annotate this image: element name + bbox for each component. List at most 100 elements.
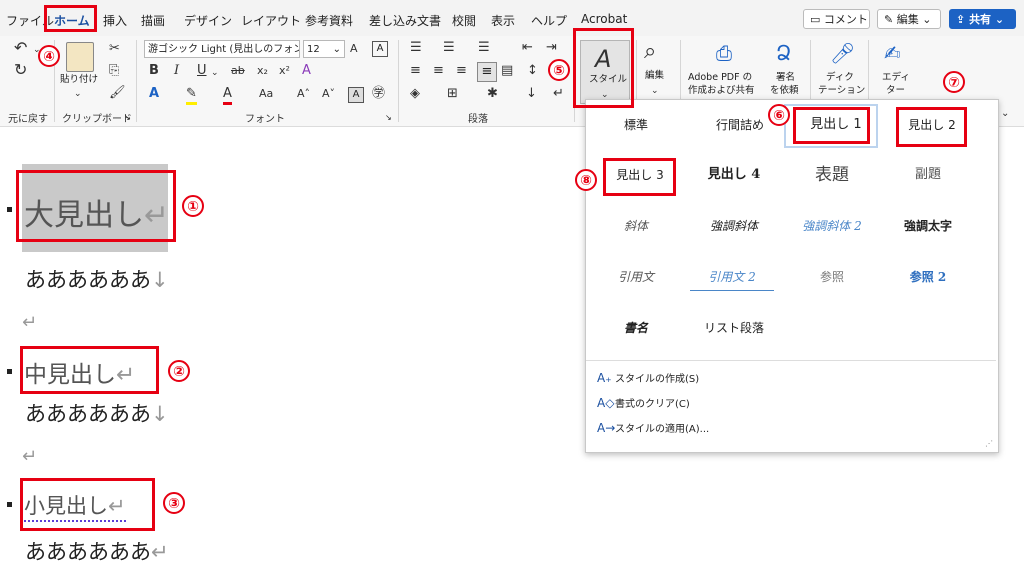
grow-font-icon[interactable]: A [350, 41, 358, 57]
dictate-line2[interactable]: テーション [818, 85, 865, 97]
annotation-number-7: ⑦ [943, 71, 965, 93]
superscript-icon[interactable]: x² [279, 63, 290, 79]
sign-request-line1[interactable]: 署名 [776, 72, 795, 84]
edit-mode-button[interactable]: ✎ 編集 ⌄ [877, 9, 941, 29]
style-subtle-emphasis[interactable]: 斜体 [588, 213, 684, 239]
style-heading-4[interactable]: 見出し 4 [686, 162, 782, 188]
shading-icon[interactable]: ◈ [410, 86, 420, 102]
bullets-icon[interactable]: ☰ [410, 40, 422, 56]
gallery-divider [586, 360, 996, 361]
apply-styles-item[interactable]: A→スタイルの適用(A)... [597, 420, 709, 435]
char-border-icon[interactable]: A [372, 41, 388, 57]
dialog-launcher-icon[interactable]: ↘ [124, 112, 131, 124]
align-right-icon[interactable]: ≡ [456, 63, 467, 79]
undo-icon[interactable]: ↶ [14, 40, 27, 56]
strikethrough-icon[interactable]: ab [231, 63, 245, 79]
style-intense-quote[interactable]: 引用文 2 [690, 264, 774, 291]
ribbon-collapse-icon[interactable]: ⌄ [1001, 106, 1009, 122]
style-normal[interactable]: 標準 [588, 112, 684, 138]
format-painter-icon[interactable]: 🖌 [109, 85, 126, 101]
heading-bullet [7, 502, 12, 507]
tab-design[interactable]: デザイン [184, 12, 232, 29]
adobe-pdf-button-line2[interactable]: 作成および共有 [688, 85, 755, 97]
chevron-down-icon[interactable]: ⌄ [74, 86, 82, 102]
paste-button[interactable]: 貼り付け [60, 74, 98, 86]
align-center-icon[interactable]: ≡ [433, 63, 444, 79]
char-shading-icon[interactable]: A [348, 87, 364, 103]
change-case-icon[interactable]: Aa [259, 86, 273, 102]
chevron-down-icon[interactable]: ⌄ [211, 65, 219, 81]
clear-formatting-item[interactable]: A◇書式のクリア(C) [597, 395, 690, 410]
style-subtle-reference[interactable]: 参照 [784, 264, 880, 290]
enclose-char-icon[interactable]: ㊫ [372, 86, 385, 102]
show-marks-icon[interactable]: ↵ [553, 86, 564, 102]
distributed-icon[interactable]: ▤ [501, 63, 513, 79]
subscript-icon[interactable]: x₂ [257, 63, 268, 79]
sign-request-line2[interactable]: を依頼 [770, 85, 799, 97]
style-emphasis[interactable]: 強調斜体 [686, 213, 782, 239]
line-spacing-icon[interactable]: ↕ [527, 63, 538, 79]
style-intense-reference[interactable]: 参照 2 [880, 264, 976, 290]
tab-references[interactable]: 参考資料 [305, 12, 353, 29]
increase-font-icon[interactable]: A˄ [297, 86, 310, 102]
underline-icon[interactable]: U [197, 63, 207, 79]
share-button[interactable]: ⇪ 共有 ⌄ [949, 9, 1016, 29]
share-icon: ⇪ [956, 13, 966, 26]
sort-icon[interactable]: ↓ [526, 86, 537, 102]
body-line-2[interactable]: ああああああ↓ [25, 398, 169, 428]
search-icon[interactable]: ⌕ [644, 40, 656, 64]
body-line-3[interactable]: ああああああ↵ [25, 536, 169, 566]
editing-button[interactable]: 編集 [645, 70, 664, 82]
redo-icon[interactable]: ↻ [14, 62, 27, 78]
style-quote[interactable]: 引用文 [588, 264, 684, 290]
tab-view[interactable]: 表示 [491, 12, 515, 29]
text-effects-icon[interactable]: A [149, 86, 159, 102]
clear-format-icon[interactable]: A [302, 63, 311, 79]
numbering-icon[interactable]: ☰ [443, 40, 455, 56]
style-title[interactable]: 表題 [784, 162, 880, 188]
editor-line1[interactable]: エディ [882, 72, 910, 84]
highlight-icon[interactable]: ✎ [186, 86, 197, 105]
undo-group-label: 元に戻す [8, 114, 48, 125]
create-style-item[interactable]: A₊ スタイルの作成(S) [597, 370, 699, 385]
font-color-icon[interactable]: A [223, 86, 232, 105]
apply-styles-icon: A→ [597, 421, 616, 435]
bold-icon[interactable]: B [149, 63, 159, 79]
borders-icon[interactable]: ⊞ [447, 86, 458, 102]
dictate-line1[interactable]: ディク [826, 72, 854, 84]
multilevel-list-icon[interactable]: ☰ [478, 40, 490, 56]
resize-grip-icon[interactable]: ⋰ [985, 438, 993, 450]
pencil-icon: ✎ [884, 13, 894, 26]
font-size-combo[interactable]: 12 ⌄ [303, 40, 345, 58]
highlight-box-doc-h1 [16, 170, 176, 242]
divider [398, 40, 399, 122]
style-list-paragraph[interactable]: リスト段落 [686, 315, 782, 341]
asian-layout-icon[interactable]: ✱ [487, 86, 498, 102]
tab-mailings[interactable]: 差し込み文書 [369, 12, 441, 29]
increase-indent-icon[interactable]: ⇥ [546, 40, 557, 56]
style-book-title[interactable]: 書名 [588, 315, 684, 341]
comment-button[interactable]: ▭ コメント [803, 9, 870, 29]
dialog-launcher-icon[interactable]: ↘ [385, 112, 392, 124]
font-name-combo[interactable]: 游ゴシック Light (見出しのフォン [144, 40, 300, 58]
decrease-font-icon[interactable]: A˅ [322, 86, 335, 102]
body-line-1[interactable]: ああああああ↓ [25, 264, 169, 294]
cut-icon[interactable]: ✂ [109, 41, 120, 57]
decrease-indent-icon[interactable]: ⇤ [522, 40, 533, 56]
chevron-down-icon[interactable]: ⌄ [651, 83, 659, 99]
copy-icon[interactable]: ⎘ [109, 63, 119, 79]
style-intense-emphasis[interactable]: 強調斜体 2 [784, 213, 880, 239]
tab-layout[interactable]: レイアウト [241, 12, 301, 29]
tab-draw[interactable]: 描画 [141, 12, 165, 29]
editor-line2[interactable]: ター [886, 85, 905, 97]
style-subtitle[interactable]: 副題 [880, 162, 976, 188]
tab-review[interactable]: 校閲 [452, 12, 476, 29]
tab-help[interactable]: ヘルプ [531, 12, 567, 29]
justify-icon[interactable]: ≡ [477, 62, 497, 82]
style-strong[interactable]: 強調太字 [880, 213, 976, 239]
align-left-icon[interactable]: ≡ [410, 63, 421, 79]
adobe-pdf-button-line1[interactable]: Adobe PDF の [688, 72, 752, 84]
tab-acrobat[interactable]: Acrobat [581, 12, 627, 26]
tab-insert[interactable]: 挿入 [103, 12, 127, 29]
italic-icon[interactable]: I [174, 63, 179, 79]
